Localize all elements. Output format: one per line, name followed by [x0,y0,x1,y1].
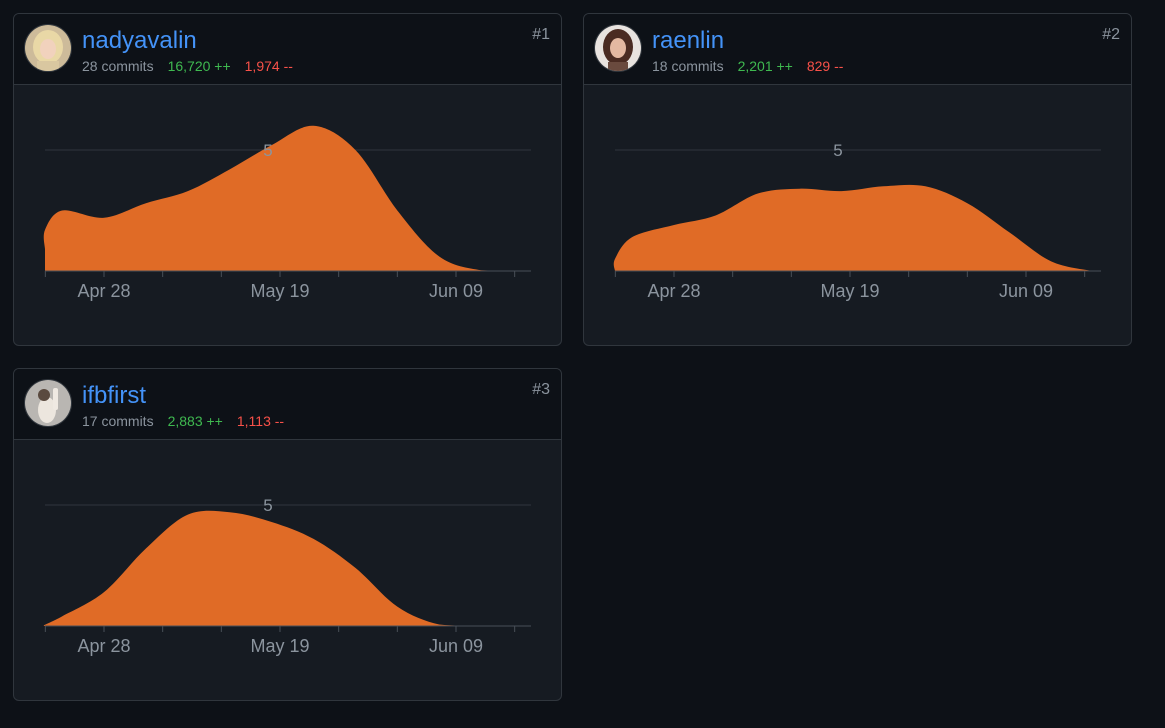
commit-area [613,184,1101,271]
x-tick-label: Jun 09 [999,281,1053,301]
activity-chart: 5 Apr 28 May 19 Jun 09 [43,496,531,656]
username-link[interactable]: raenlin [652,27,724,55]
additions-count: 16,720 ++ [167,58,231,74]
y-tick-label: 5 [263,141,272,160]
avatar[interactable] [24,24,72,72]
avatar-image [25,25,71,71]
avatar[interactable] [594,24,642,72]
commit-count[interactable]: 17 commits [82,413,154,429]
activity-chart: 5 Apr 28 May 19 Jun 09 [43,125,531,301]
y-tick-label: 5 [263,496,272,515]
x-tick-label: Jun 09 [429,281,483,301]
commit-area [43,510,531,626]
contributor-card: ifbfirst 17 commits 2,883 ++ 1,113 -- #3 5… [13,368,562,701]
x-tick-label: Apr 28 [77,636,130,656]
y-tick-label: 5 [833,141,842,160]
card-header: raenlin 18 commits 2,201 ++ 829 -- #2 [584,14,1131,85]
card-header: nadyavalin 28 commits 16,720 ++ 1,974 -- #… [14,14,561,85]
deletions-count: 1,113 -- [236,413,285,429]
x-tick-label: May 19 [820,281,879,301]
x-tick-label: Apr 28 [647,281,700,301]
x-tick-label: May 19 [250,636,309,656]
rank-label: #3 [532,381,550,398]
avatar[interactable] [24,379,72,427]
contributor-card: raenlin 18 commits 2,201 ++ 829 -- #2 5 Apr… [583,13,1132,346]
additions-count: 2,883 ++ [167,413,223,429]
avatar-image [25,380,71,426]
commit-area [43,125,531,271]
commit-count[interactable]: 28 commits [82,58,154,74]
contributor-card: nadyavalin 28 commits 16,720 ++ 1,974 -- #… [13,13,562,346]
avatar-image [595,25,641,71]
x-tick-label: May 19 [250,281,309,301]
contributor-stats: 28 commits 16,720 ++ 1,974 -- [82,57,307,75]
commit-count[interactable]: 18 commits [652,58,724,74]
card-header: ifbfirst 17 commits 2,883 ++ 1,113 -- #3 [14,369,561,440]
rank-label: #1 [532,26,550,43]
contributor-stats: 17 commits 2,883 ++ 1,113 -- [82,412,298,430]
username-link[interactable]: ifbfirst [82,382,146,410]
activity-chart: 5 Apr 28 May 19 Jun 09 [613,141,1101,301]
additions-count: 2,201 ++ [737,58,793,74]
deletions-count: 829 -- [806,58,844,74]
contributor-stats: 18 commits 2,201 ++ 829 -- [652,57,857,75]
rank-label: #2 [1102,26,1120,43]
username-link[interactable]: nadyavalin [82,27,197,55]
x-tick-label: Jun 09 [429,636,483,656]
x-tick-label: Apr 28 [77,281,130,301]
deletions-count: 1,974 -- [244,58,293,74]
